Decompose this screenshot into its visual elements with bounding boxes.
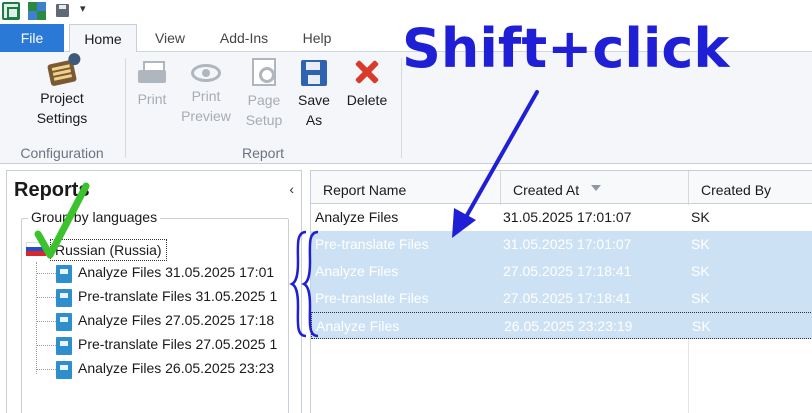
- column-header-created-at[interactable]: Created At: [501, 171, 689, 205]
- configuration-group-label: Configuration: [20, 145, 104, 161]
- project-settings-label: Project Settings: [36, 90, 88, 126]
- customize-qat-chevron-icon[interactable]: ▾: [80, 2, 86, 15]
- table-row-selected[interactable]: Pre-translate Files 27.05.2025 17:18:41 …: [311, 285, 812, 312]
- tree-report-label: Analyze Files 26.05.2025 23:23: [78, 360, 275, 376]
- table-row-selected[interactable]: Pre-translate Files 31.05.2025 17:01:07 …: [311, 231, 812, 258]
- cell-created-by: SK: [691, 209, 710, 225]
- delete-x-icon: [353, 58, 381, 86]
- report-document-icon: [56, 337, 72, 355]
- cell-report-name: Analyze Files: [316, 318, 400, 334]
- tab-help[interactable]: Help: [294, 24, 340, 52]
- cell-created-by: SK: [691, 236, 710, 252]
- project-settings-button[interactable]: Project Settings: [22, 58, 102, 128]
- grid-empty-area: [311, 339, 812, 413]
- print-label: Print: [137, 91, 167, 107]
- print-preview-label: Print Preview: [181, 88, 231, 124]
- report-document-icon: [56, 313, 72, 331]
- project-settings-icon: [46, 59, 78, 87]
- collapse-panel-chevron-icon[interactable]: ‹: [289, 181, 294, 197]
- shift-click-annotation: Shift+click: [402, 17, 730, 80]
- group-by-languages-label: Group by languages: [28, 209, 161, 225]
- grid-header: Report Name Created At Created By: [311, 170, 812, 205]
- tab-view[interactable]: View: [146, 24, 194, 52]
- cell-created-by: SK: [691, 290, 710, 306]
- reports-panel: Reports ‹ Group by languages Russian (Ru…: [6, 170, 302, 413]
- puzzle-icon[interactable]: [28, 2, 46, 20]
- column-header-label: Created At: [513, 182, 580, 198]
- table-row-selected[interactable]: Analyze Files 27.05.2025 17:18:41 SK: [311, 258, 812, 285]
- app-icon[interactable]: [2, 2, 20, 20]
- cell-report-name: Pre-translate Files: [315, 290, 429, 306]
- report-document-icon: [56, 289, 72, 307]
- cell-report-name: Pre-translate Files: [315, 236, 429, 252]
- tab-home[interactable]: Home: [69, 24, 137, 53]
- column-header-created-by[interactable]: Created By: [689, 171, 812, 205]
- page-setup-label: Page Setup: [245, 92, 283, 128]
- reports-panel-title: Reports: [14, 179, 90, 201]
- report-document-icon: [56, 265, 72, 283]
- report-document-icon: [56, 361, 72, 379]
- cell-report-name: Analyze Files: [315, 263, 399, 279]
- tree-report-label: Pre-translate Files 27.05.2025 1: [78, 336, 278, 352]
- tab-file[interactable]: File: [0, 24, 64, 52]
- printer-icon: [138, 61, 166, 85]
- floppy-disk-icon: [301, 60, 327, 86]
- column-header-label: Created By: [701, 182, 772, 198]
- report-group-label: Report: [241, 145, 285, 161]
- reports-grid: Report Name Created At Created By Analyz…: [310, 170, 812, 413]
- cell-created-at: 31.05.2025 17:01:07: [503, 209, 632, 225]
- tab-add-ins[interactable]: Add-Ins: [208, 24, 280, 52]
- eye-icon: [191, 64, 221, 82]
- print-preview-button[interactable]: Print Preview: [178, 58, 234, 126]
- save-as-label: Save As: [298, 92, 330, 128]
- tree-report-label: Pre-translate Files 31.05.2025 1: [78, 288, 278, 304]
- save-icon[interactable]: [56, 4, 69, 17]
- tree-connector: [36, 262, 37, 374]
- cell-created-at: 27.05.2025 17:18:41: [503, 263, 632, 279]
- page-setup-button[interactable]: Page Setup: [240, 58, 288, 130]
- tree-report-label: Analyze Files 31.05.2025 17:01: [78, 264, 275, 280]
- russia-flag-icon: [26, 242, 46, 256]
- tree-report-label: Analyze Files 27.05.2025 17:18: [78, 312, 275, 328]
- cell-created-by: SK: [692, 318, 711, 334]
- table-row-selected-focused[interactable]: Analyze Files 26.05.2025 23:23:19 SK: [311, 312, 812, 339]
- save-as-button[interactable]: Save As: [292, 58, 336, 130]
- cell-created-at: 26.05.2025 23:23:19: [504, 318, 633, 334]
- delete-button[interactable]: Delete: [340, 58, 394, 110]
- delete-label: Delete: [346, 92, 388, 108]
- language-node-label: Russian (Russia): [50, 239, 167, 261]
- cell-created-by: SK: [691, 263, 710, 279]
- report-group: Print Print Preview Page Setup Save As D…: [126, 52, 400, 164]
- page-setup-gear-icon: [252, 58, 276, 86]
- sort-descending-icon: [591, 185, 601, 191]
- column-header-report-name[interactable]: Report Name: [311, 171, 501, 205]
- group-by-languages-box: Group by languages Russian (Russia) Anal…: [21, 209, 289, 413]
- cell-created-at: 27.05.2025 17:18:41: [503, 290, 632, 306]
- cell-created-at: 31.05.2025 17:01:07: [503, 236, 632, 252]
- table-row[interactable]: Analyze Files 31.05.2025 17:01:07 SK: [311, 204, 812, 231]
- print-button[interactable]: Print: [130, 58, 174, 109]
- column-header-label: Report Name: [323, 182, 407, 198]
- cell-report-name: Analyze Files: [315, 209, 399, 225]
- configuration-group: Project Settings Configuration: [0, 52, 124, 164]
